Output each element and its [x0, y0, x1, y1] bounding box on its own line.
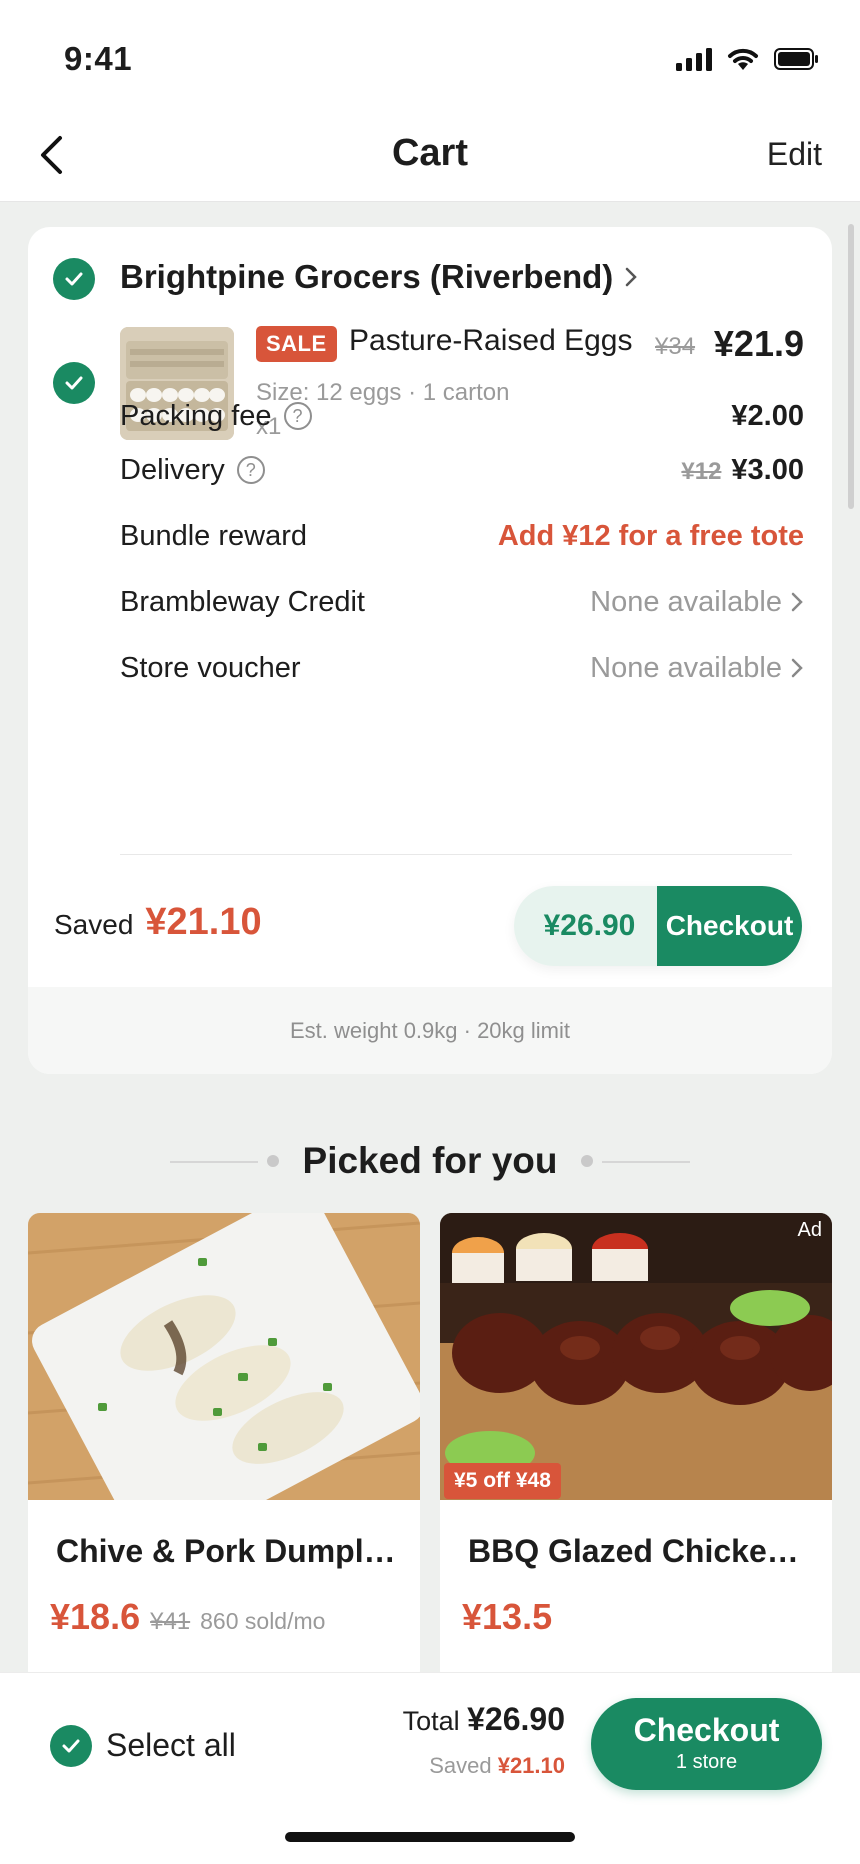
divider	[120, 854, 792, 855]
checkmark-icon	[62, 1739, 80, 1753]
product-price: ¥21.9	[713, 323, 804, 364]
page-title: Cart	[391, 132, 469, 174]
packing-fee-label: Packing fee	[120, 399, 272, 432]
checkout-label: Checkout	[633, 1712, 780, 1748]
delivery-old-value: ¥12	[681, 457, 722, 485]
recommendation-card[interactable]: Ad ¥5 off ¥48 BBQ Glazed Chicken Wings ¥…	[440, 1213, 832, 1683]
bundle-reward-row[interactable]: Bundle reward Add ¥12 for a free tote	[120, 516, 804, 556]
product-name[interactable]: Pasture-Raised Eggs	[349, 324, 655, 358]
saved-summary: Saved ¥21.10	[54, 901, 262, 944]
bundle-reward-label: Bundle reward	[120, 519, 307, 552]
total-saved-value: ¥21.10	[497, 1753, 565, 1778]
store-checkout-button[interactable]: Checkout	[657, 886, 802, 966]
product-image	[28, 1213, 420, 1500]
checkout-button[interactable]: Checkout 1 store	[591, 1698, 822, 1790]
recommendation-price: ¥18.6	[50, 1596, 141, 1637]
battery-icon	[774, 48, 818, 70]
credit-value: None available	[590, 585, 782, 618]
voucher-row[interactable]: Store voucher None available	[120, 648, 804, 688]
total-value: ¥26.90	[467, 1701, 565, 1737]
store-name-link[interactable]: Brightpine Grocers (Riverbend)	[120, 258, 639, 296]
delivery-row: Delivery? ¥12 ¥3.00	[120, 450, 804, 490]
store-cart-card: Brightpine Grocers (Riverbend) SALE Past…	[28, 227, 832, 1074]
home-indicator[interactable]	[285, 1832, 575, 1842]
store-checkout-group[interactable]: ¥26.90 Checkout	[514, 886, 802, 966]
chevron-right-icon	[626, 267, 638, 287]
total-summary: Total ¥26.90	[403, 1701, 565, 1738]
packing-fee-value: ¥2.00	[731, 399, 804, 432]
recommendation-title: Chive & Pork Dumplings	[56, 1533, 401, 1569]
voucher-label: Store voucher	[120, 651, 301, 684]
recommendation-price: ¥13.5	[462, 1596, 553, 1637]
status-icons	[676, 46, 820, 72]
section-title: Picked for you	[302, 1140, 558, 1181]
ad-label: Ad	[797, 1219, 822, 1241]
status-time: 9:41	[64, 40, 133, 77]
saved-amount: ¥21.10	[145, 901, 262, 943]
checkmark-icon	[65, 272, 83, 286]
checkmark-icon	[65, 376, 83, 390]
saved-label: Saved	[54, 909, 134, 940]
scrollbar[interactable]	[848, 224, 854, 509]
voucher-value: None available	[590, 651, 782, 684]
total-saved: Saved ¥21.10	[429, 1753, 565, 1779]
recommendation-price-row: ¥13.5	[462, 1596, 552, 1638]
select-all-label[interactable]: Select all	[106, 1727, 236, 1764]
select-all-checkbox[interactable]	[50, 1725, 92, 1767]
recommendation-old-price: ¥41	[150, 1608, 191, 1635]
help-icon[interactable]: ?	[236, 456, 265, 484]
promo-badge: ¥5 off ¥48	[444, 1463, 561, 1499]
cellular-signal-icon	[676, 47, 712, 71]
delivery-value: ¥3.00	[731, 453, 804, 486]
store-name: Brightpine Grocers (Riverbend)	[120, 258, 614, 295]
original-price: ¥34	[655, 333, 696, 360]
divider	[602, 1161, 690, 1163]
chevron-right-icon	[791, 658, 803, 678]
store-select-checkbox[interactable]	[53, 258, 95, 300]
decorative-dot	[581, 1155, 593, 1167]
total-label: Total	[402, 1706, 460, 1736]
sale-badge: SALE	[256, 326, 337, 362]
edit-button[interactable]: Edit	[767, 136, 822, 173]
delivery-label: Delivery	[120, 453, 225, 486]
credit-label: Brambleway Credit	[120, 585, 365, 618]
bundle-reward-value[interactable]: Add ¥12 for a free tote	[498, 520, 804, 553]
recommendation-card[interactable]: Chive & Pork Dumplings ¥18.6 ¥41 860 sol…	[28, 1213, 420, 1683]
packing-fee-row: Packing fee? ¥2.00	[120, 396, 804, 436]
chevron-right-icon	[791, 592, 803, 612]
store-total-amount[interactable]: ¥26.90	[514, 886, 657, 966]
checkout-sub-label: 1 store	[675, 1751, 738, 1773]
item-select-checkbox[interactable]	[53, 362, 95, 404]
recommendation-title: BBQ Glazed Chicken Wings	[468, 1533, 813, 1569]
recommendation-price-row: ¥18.6 ¥41 860 sold/mo	[50, 1596, 325, 1638]
credit-row[interactable]: Brambleway Credit None available	[120, 582, 804, 622]
nav-bar: Cart Edit	[0, 110, 860, 202]
product-image	[440, 1213, 832, 1500]
recommendation-sold-count: 860 sold/mo	[200, 1608, 326, 1634]
weight-note: Est. weight 0.9kg · 20kg limit	[28, 987, 832, 1074]
status-bar: 9:41	[0, 0, 860, 110]
help-icon[interactable]: ?	[283, 402, 312, 430]
total-saved-label: Saved	[429, 1753, 492, 1778]
wifi-icon	[728, 48, 758, 70]
